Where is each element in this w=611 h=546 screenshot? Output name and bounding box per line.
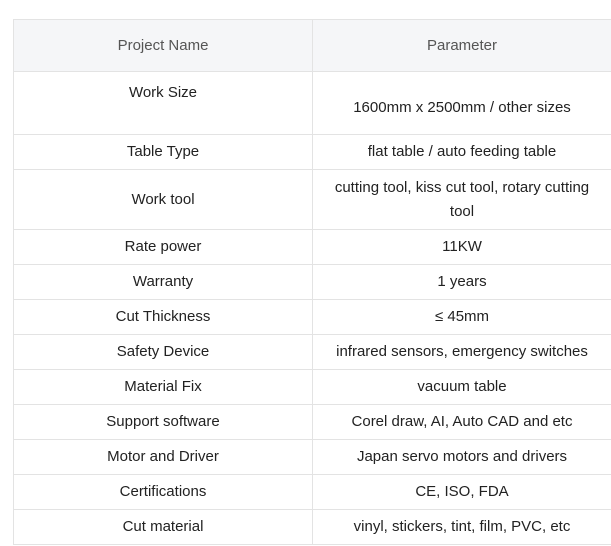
row-value: 1 years — [312, 264, 611, 300]
row-name: Motor and Driver — [13, 439, 313, 475]
table-row: Support software Corel draw, AI, Auto CA… — [13, 404, 611, 440]
row-name: Cut material — [13, 509, 313, 545]
row-name: Safety Device — [13, 334, 313, 370]
row-value: 1600mm x 2500mm / other sizes — [312, 71, 611, 135]
row-name: Work Size — [13, 71, 313, 135]
table-row: Table Type flat table / auto feeding tab… — [13, 134, 611, 170]
row-name: Warranty — [13, 264, 313, 300]
row-name: Material Fix — [13, 369, 313, 405]
row-name: Work tool — [13, 169, 313, 230]
header-project-name: Project Name — [13, 19, 313, 72]
row-name: Rate power — [13, 229, 313, 265]
row-value: infrared sensors, emergency switches — [312, 334, 611, 370]
row-value: Corel draw, AI, Auto CAD and etc — [312, 404, 611, 440]
row-value: ≤ 45mm — [312, 299, 611, 335]
row-value: vacuum table — [312, 369, 611, 405]
row-name: Certifications — [13, 474, 313, 510]
row-value: 11KW — [312, 229, 611, 265]
row-value: flat table / auto feeding table — [312, 134, 611, 170]
table-row: Material Fix vacuum table — [13, 369, 611, 405]
table-row: Rate power 11KW — [13, 229, 611, 265]
row-value: CE, ISO, FDA — [312, 474, 611, 510]
table-row: Motor and Driver Japan servo motors and … — [13, 439, 611, 475]
table-row: Certifications CE, ISO, FDA — [13, 474, 611, 510]
table-row: Cut material vinyl, stickers, tint, film… — [13, 509, 611, 545]
spec-table: Project Name Parameter Work Size 1600mm … — [13, 19, 611, 545]
header-parameter: Parameter — [312, 19, 611, 72]
table-row: Work Size 1600mm x 2500mm / other sizes — [13, 71, 611, 135]
row-value: Japan servo motors and drivers — [312, 439, 611, 475]
table-row: Warranty 1 years — [13, 264, 611, 300]
table-row: Work tool cutting tool, kiss cut tool, r… — [13, 169, 611, 230]
table-header-row: Project Name Parameter — [13, 19, 611, 72]
row-name: Table Type — [13, 134, 313, 170]
spec-table-container: Project Name Parameter Work Size 1600mm … — [13, 19, 611, 545]
row-name: Support software — [13, 404, 313, 440]
table-row: Safety Device infrared sensors, emergenc… — [13, 334, 611, 370]
row-value: vinyl, stickers, tint, film, PVC, etc — [312, 509, 611, 545]
table-row: Cut Thickness ≤ 45mm — [13, 299, 611, 335]
row-value: cutting tool, kiss cut tool, rotary cutt… — [312, 169, 611, 230]
row-name: Cut Thickness — [13, 299, 313, 335]
